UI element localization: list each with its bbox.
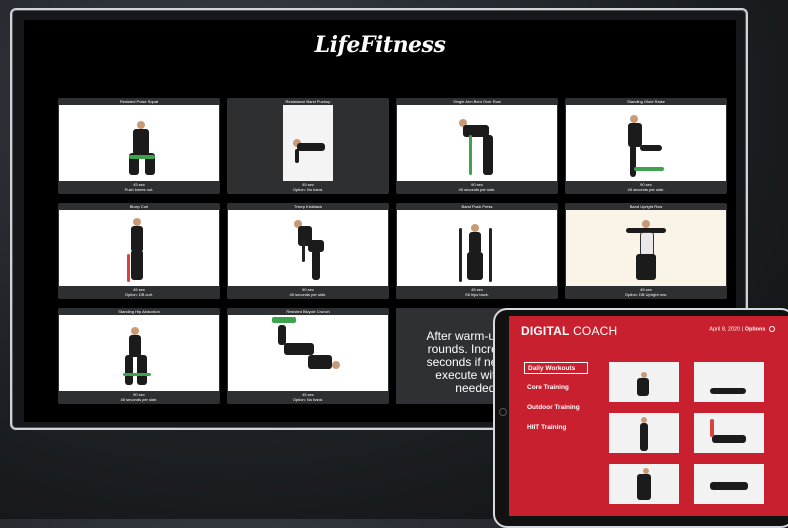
exercise-note: Push knees out. <box>124 187 154 192</box>
workout-thumbnail[interactable] <box>609 362 679 402</box>
exercise-title: Standing Glute Raise <box>627 99 665 104</box>
separator: | <box>741 326 744 333</box>
exercise-note: Option: DB Upright row. <box>624 292 668 297</box>
exercise-card[interactable]: Single Arm Bent Over Row 90 sec 45 secon… <box>396 98 558 194</box>
exercise-title: Standing Hip Abduction <box>118 309 160 314</box>
exercise-note: Sit hips back. <box>465 292 489 297</box>
digital-coach-screen: DIGITAL COACH April 8, 2020 | Options Da… <box>509 316 788 516</box>
exercise-card[interactable]: Resisted Bicycle Crunch 45 sec Option: N… <box>227 308 389 404</box>
exercise-card[interactable]: Band Push Press 45 sec Sit hips back. <box>396 203 558 299</box>
exercise-card[interactable]: Tricep Kickback 90 sec 45 seconds per si… <box>227 203 389 299</box>
menu-item-daily-workouts[interactable]: Daily Workouts <box>524 362 588 374</box>
brand-bold: DIGITAL <box>521 324 570 338</box>
options-link[interactable]: Options <box>745 326 766 332</box>
exercise-title: Resisted Pulse Squat <box>119 99 159 104</box>
exercise-title: Resisted Bicycle Crunch <box>286 309 330 314</box>
exercise-image <box>59 210 219 286</box>
workout-thumbnail[interactable] <box>694 413 764 453</box>
exercise-note: 45 seconds per side. <box>120 397 158 402</box>
workout-thumbnail[interactable] <box>694 362 764 402</box>
tablet-home-button[interactable] <box>499 408 507 416</box>
tablet-frame: DIGITAL COACH April 8, 2020 | Options Da… <box>493 308 788 528</box>
workout-thumbnail[interactable] <box>609 413 679 453</box>
exercise-title: Band Upright Row <box>629 204 663 209</box>
exercise-image <box>283 105 333 181</box>
exercise-card[interactable]: Resistance Band Pushup 45 sec Option: No… <box>227 98 389 194</box>
exercise-image <box>228 315 388 391</box>
menu-item-hiit-training[interactable]: HIIT Training <box>524 422 588 442</box>
exercise-note: 45 seconds per side. <box>627 187 665 192</box>
exercise-card[interactable]: Resisted Pulse Squat 45 sec Push knees o… <box>58 98 220 194</box>
gear-icon[interactable] <box>769 326 775 332</box>
exercise-title: Tricep Kickback <box>293 204 323 209</box>
exercise-image <box>397 210 557 286</box>
exercise-image <box>566 210 726 286</box>
digital-coach-logo: DIGITAL COACH <box>521 324 617 338</box>
exercise-title: Resistance Band Pushup <box>285 99 331 104</box>
date-label: April 8, 2020 <box>709 326 741 333</box>
scene: LifeFitness Resisted Pulse Squat 45 sec … <box>0 0 788 528</box>
exercise-card[interactable]: Band Upright Row 45 sec Option: DB Uprig… <box>565 203 727 299</box>
exercise-card[interactable]: Standing Glute Raise 90 sec 45 seconds p… <box>565 98 727 194</box>
exercise-title: Band Push Press <box>461 204 493 209</box>
workout-thumbnail[interactable] <box>609 464 679 504</box>
lifefitness-logo: LifeFitness <box>314 32 446 58</box>
header-meta: April 8, 2020 | Options <box>709 326 775 332</box>
menu-item-core-training[interactable]: Core Training <box>524 382 588 402</box>
exercise-title: Single Arm Bent Over Row <box>453 99 501 104</box>
exercise-card[interactable]: Standing Hip Abduction 90 sec 45 seconds… <box>58 308 220 404</box>
exercise-note: Option: No band. <box>292 187 324 192</box>
exercise-image <box>228 210 388 286</box>
workout-thumbnail[interactable] <box>694 464 764 504</box>
exercise-image <box>59 105 219 181</box>
exercise-note: Option: DB curl. <box>124 292 154 297</box>
workout-menu: Daily Workouts Core Training Outdoor Tra… <box>524 362 588 442</box>
exercise-note: Option: No band. <box>292 397 324 402</box>
exercise-title: Bicep Curl <box>129 204 149 209</box>
exercise-note: 45 seconds per side. <box>458 187 496 192</box>
exercise-note: 45 seconds per side. <box>289 292 327 297</box>
exercise-image <box>59 315 219 391</box>
exercise-card[interactable]: Bicep Curl 45 sec Option: DB curl. <box>58 203 220 299</box>
menu-item-outdoor-training[interactable]: Outdoor Training <box>524 402 588 422</box>
exercise-image <box>397 105 557 181</box>
brand-light: COACH <box>573 324 618 338</box>
exercise-image <box>566 105 726 181</box>
